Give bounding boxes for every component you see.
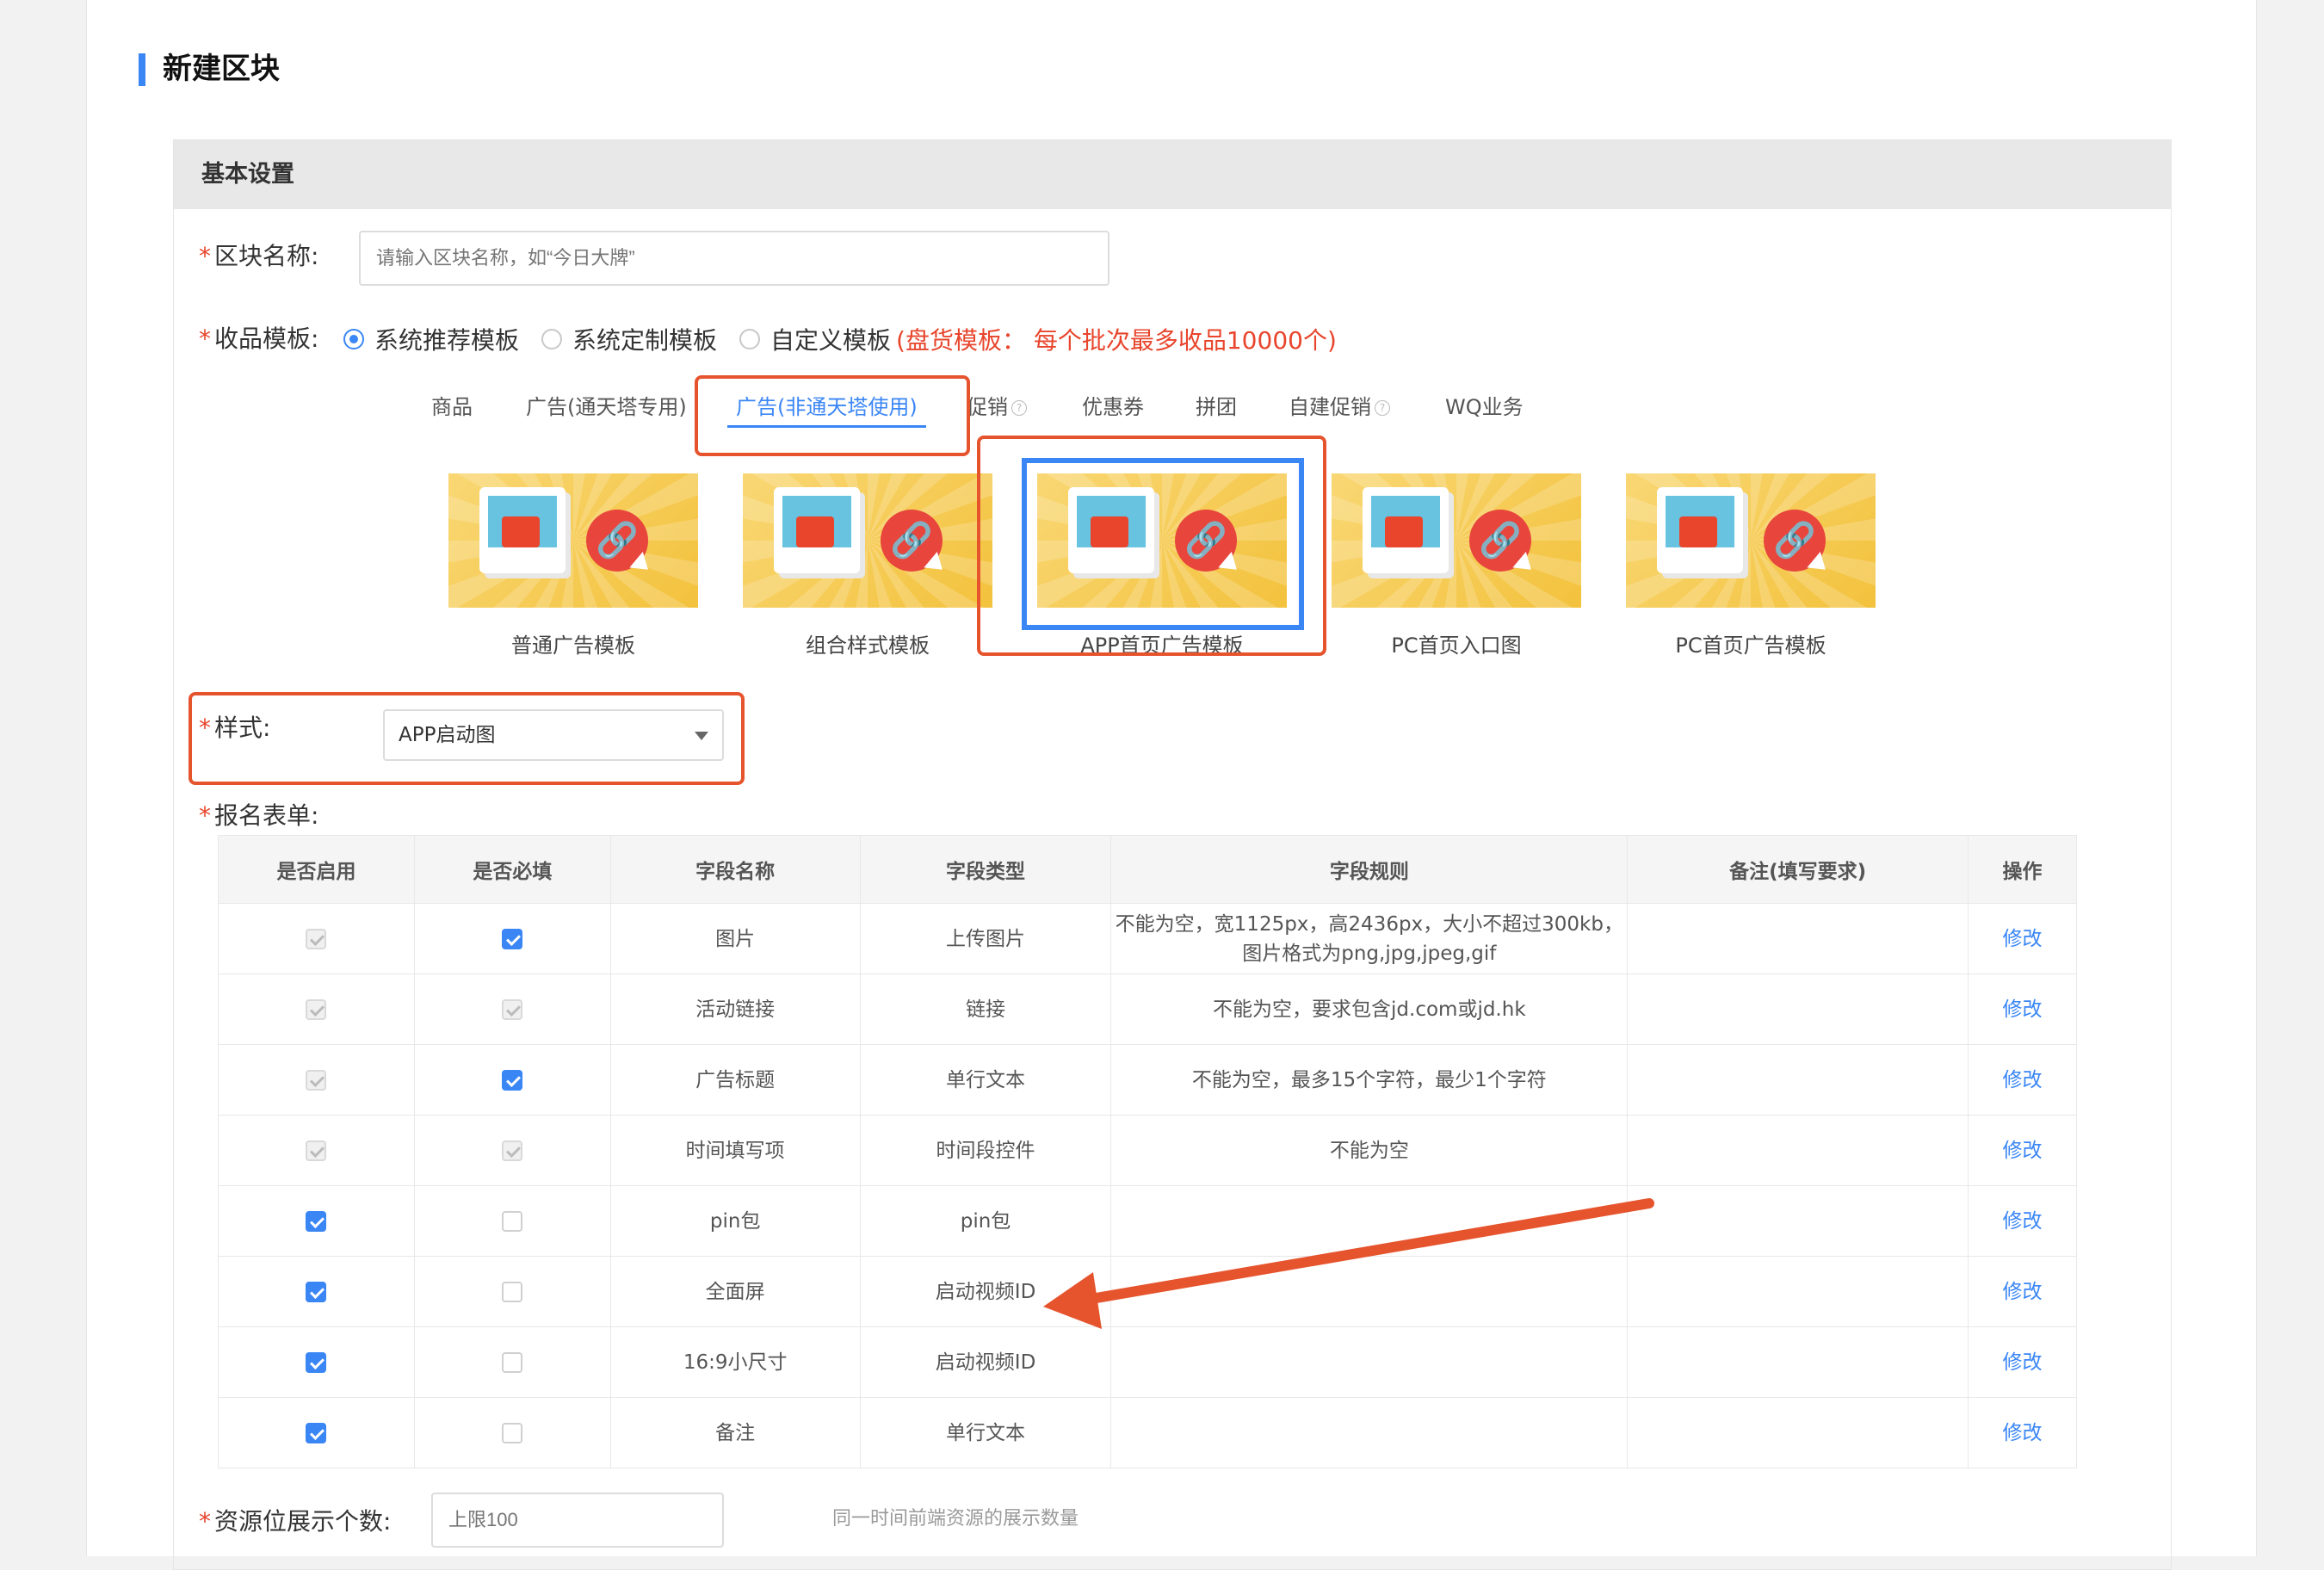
annotation-arrow-line	[1081, 1198, 1654, 1305]
annotation-arrow-head	[1043, 1272, 1102, 1329]
annotation-arrow	[1043, 1198, 1654, 1329]
